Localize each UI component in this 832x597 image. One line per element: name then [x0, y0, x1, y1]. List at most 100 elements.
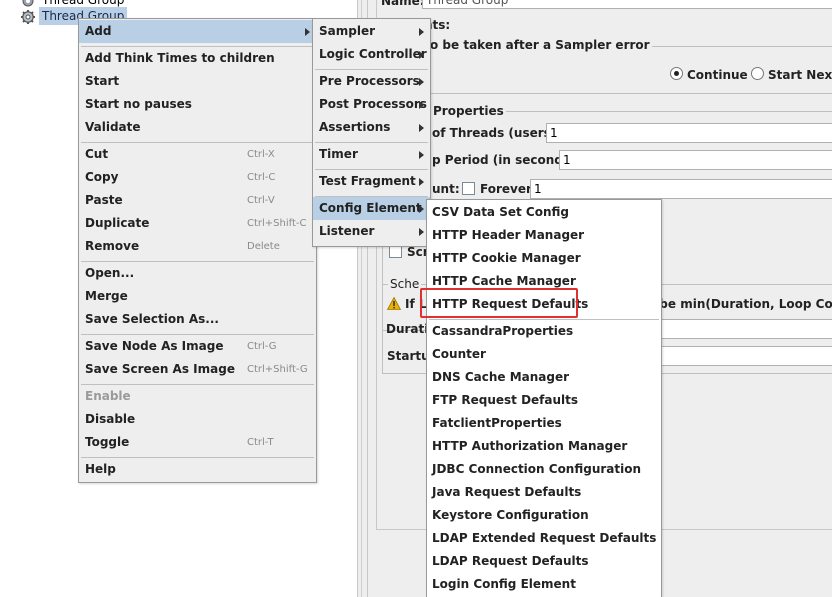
scheduler-checkbox[interactable]: Scr — [389, 245, 429, 259]
config-menu-item-http-authorization-manager[interactable]: HTTP Authorization Manager — [427, 435, 661, 458]
menu-item-save-selection-as[interactable]: Save Selection As... — [79, 308, 316, 331]
add-menu-item-post-processors[interactable]: Post Processors — [313, 93, 430, 116]
submenu-arrow-icon — [419, 124, 424, 132]
menu-item-label: DNS Cache Manager — [432, 370, 570, 384]
forever-label: Forever — [480, 182, 532, 196]
menu-item-label: Cut — [85, 147, 109, 161]
menu-item-help[interactable]: Help — [79, 458, 316, 481]
menu-item-label: Start no pauses — [85, 97, 192, 111]
config-menu-item-fatclientproperties[interactable]: FatclientProperties — [427, 412, 661, 435]
config-menu-item-login-config-element[interactable]: Login Config Element — [427, 573, 661, 596]
menu-item-label: Copy — [85, 170, 119, 184]
menu-item-label: Validate — [85, 120, 141, 134]
menu-item-label: Config Element — [319, 201, 422, 215]
menu-item-disable[interactable]: Disable — [79, 408, 316, 431]
menu-item-shortcut: Delete — [247, 241, 280, 252]
menu-item-label: Timer — [319, 147, 358, 161]
config-menu-item-jdbc-connection-configuration[interactable]: JDBC Connection Configuration — [427, 458, 661, 481]
config-menu-item-http-header-manager[interactable]: HTTP Header Manager — [427, 224, 661, 247]
menu-item-save-node-as-image[interactable]: Save Node As Image Ctrl-G — [79, 335, 316, 358]
menu-item-shortcut: Ctrl+Shift-G — [247, 364, 308, 375]
radio-start-next-label: Start Next T — [768, 68, 832, 82]
menu-item-open[interactable]: Open... — [79, 262, 316, 285]
scheduler-legend: Sche — [388, 277, 422, 291]
config-menu-item-java-request-defaults[interactable]: Java Request Defaults — [427, 481, 661, 504]
startup-delay-field[interactable] — [658, 346, 832, 366]
name-field[interactable]: Thread Group — [422, 0, 832, 9]
menu-item-duplicate[interactable]: Duplicate Ctrl+Shift-C — [79, 212, 316, 235]
context-menu: Add Add Think Times to children Start Start… — [78, 18, 317, 483]
menu-item-label: Sampler — [319, 24, 376, 38]
config-menu-item-ldap-extended-request-defaults[interactable]: LDAP Extended Request Defaults — [427, 527, 661, 550]
menu-item-label: HTTP Cookie Manager — [432, 251, 581, 265]
menu-item-label: Logic Controller — [319, 47, 427, 61]
duration-field[interactable] — [658, 319, 832, 339]
menu-item-label: Counter — [432, 347, 486, 361]
config-menu-item-http-cookie-manager[interactable]: HTTP Cookie Manager — [427, 247, 661, 270]
submenu-arrow-icon — [419, 205, 424, 213]
menu-item-add-think-times-to-children[interactable]: Add Think Times to children — [79, 47, 316, 70]
thread-properties-legend: Properties — [431, 104, 506, 118]
menu-item-paste[interactable]: Paste Ctrl-V — [79, 189, 316, 212]
menu-item-label: Add — [85, 24, 112, 38]
ramp-up-field[interactable]: 1 — [559, 150, 832, 170]
menu-item-label: Post Processors — [319, 97, 427, 111]
menu-item-copy[interactable]: Copy Ctrl-C — [79, 166, 316, 189]
menu-item-start-no-pauses[interactable]: Start no pauses — [79, 93, 316, 116]
menu-item-label: HTTP Header Manager — [432, 228, 585, 242]
menu-item-label: JDBC Connection Configuration — [432, 462, 642, 476]
menu-item-label: Add Think Times to children — [85, 51, 275, 65]
menu-item-label: Assertions — [319, 120, 391, 134]
menu-item-label: Disable — [85, 412, 136, 426]
config-menu-item-ftp-request-defaults[interactable]: FTP Request Defaults — [427, 389, 661, 412]
warning-icon — [386, 296, 402, 313]
add-menu-item-pre-processors[interactable]: Pre Processors — [313, 70, 430, 93]
menu-item-label: Open... — [85, 266, 135, 280]
forever-checkbox[interactable]: Forever — [462, 182, 532, 196]
submenu-arrow-icon — [305, 28, 310, 36]
name-label: Name: — [381, 0, 425, 8]
config-menu-item-keystore-configuration[interactable]: Keystore Configuration — [427, 504, 661, 527]
config-menu-item-cassandraproperties[interactable]: CassandraProperties — [427, 320, 661, 343]
add-menu-item-logic-controller[interactable]: Logic Controller — [313, 43, 430, 66]
menu-item-cut[interactable]: Cut Ctrl-X — [79, 143, 316, 166]
submenu-arrow-icon — [419, 178, 424, 186]
warning-text-right: l be min(Duration, Loop Count * — [651, 297, 832, 311]
menu-item-label: Keystore Configuration — [432, 508, 589, 522]
add-menu-item-assertions[interactable]: Assertions — [313, 116, 430, 139]
radio-continue[interactable]: Continue — [670, 67, 748, 82]
add-menu-item-test-fragment[interactable]: Test Fragment — [313, 170, 430, 193]
menu-item-label: Java Request Defaults — [432, 485, 582, 499]
menu-item-label: Enable — [85, 389, 131, 403]
config-menu-item-csv-data-set-config[interactable]: CSV Data Set Config — [427, 201, 661, 224]
menu-item-label: Paste — [85, 193, 123, 207]
menu-item-start[interactable]: Start — [79, 70, 316, 93]
loop-count-field[interactable]: 1 — [530, 179, 832, 199]
menu-item-label: FatclientProperties — [432, 416, 562, 430]
menu-item-label: HTTP Authorization Manager — [432, 439, 628, 453]
config-menu-item-counter[interactable]: Counter — [427, 343, 661, 366]
add-submenu: Sampler Logic Controller Pre Processors Pos… — [312, 18, 431, 247]
menu-item-remove[interactable]: Remove Delete — [79, 235, 316, 258]
menu-item-save-screen-as-image[interactable]: Save Screen As Image Ctrl+Shift-G — [79, 358, 316, 381]
sampler-error-legend: o be taken after a Sampler error — [428, 38, 652, 52]
menu-item-label: Merge — [85, 289, 128, 303]
config-menu-item-ldap-request-defaults[interactable]: LDAP Request Defaults — [427, 550, 661, 573]
menu-item-shortcut: Ctrl+Shift-C — [247, 218, 307, 229]
menu-item-add[interactable]: Add — [79, 20, 316, 43]
loop-count-label: unt: — [432, 182, 460, 196]
threads-field[interactable]: 1 — [546, 123, 832, 143]
menu-item-toggle[interactable]: Toggle Ctrl-T — [79, 431, 316, 454]
menu-item-merge[interactable]: Merge — [79, 285, 316, 308]
add-menu-item-config-element[interactable]: Config Element — [313, 197, 430, 220]
add-menu-item-sampler[interactable]: Sampler — [313, 20, 430, 43]
radio-start-next[interactable]: Start Next T — [751, 67, 832, 82]
config-menu-item-dns-cache-manager[interactable]: DNS Cache Manager — [427, 366, 661, 389]
menu-item-validate[interactable]: Validate — [79, 116, 316, 139]
menu-item-shortcut: Ctrl-G — [247, 341, 277, 352]
menu-item-label: CassandraProperties — [432, 324, 574, 338]
add-menu-item-timer[interactable]: Timer — [313, 143, 430, 166]
submenu-arrow-icon — [419, 51, 424, 59]
add-menu-item-listener[interactable]: Listener — [313, 220, 430, 243]
menu-item-shortcut: Ctrl-T — [247, 437, 274, 448]
